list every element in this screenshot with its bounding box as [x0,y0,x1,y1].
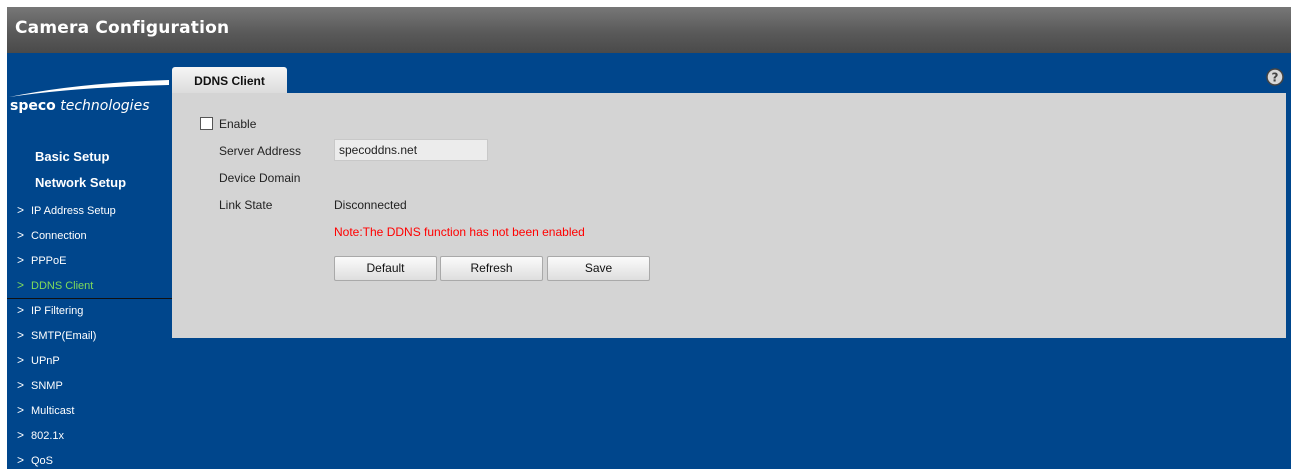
sidebar-item-multicast[interactable]: > Multicast [7,399,170,424]
chevron-right-icon: > [17,278,25,292]
sidebar-item-label: Multicast [31,405,75,417]
link-state-value: Disconnected [334,198,407,212]
sidebar-item-connection[interactable]: > Connection [7,224,170,249]
server-address-label: Server Address [219,144,302,158]
sidebar-item-ip-filtering[interactable]: > IP Filtering [7,299,170,324]
chevron-right-icon: > [17,453,25,467]
app-title: Camera Configuration [15,18,230,38]
sidebar-item-label: 802.1x [31,430,65,442]
sidebar-item-label: QoS [31,455,54,467]
logo-text: speco technologies [10,98,150,114]
speco-logo: speco technologies [7,79,172,123]
sidebar-item-ip-address-setup[interactable]: > IP Address Setup [7,199,170,224]
sidebar-item-label: PPPoE [31,255,67,267]
sidebar-item-label: Connection [31,230,87,242]
sidebar-item-qos[interactable]: > QoS [7,449,170,469]
app-window: Camera Configuration speco technologies … [7,7,1291,469]
refresh-button[interactable]: Refresh [440,256,543,281]
tab-ddns-client[interactable]: DDNS Client [172,67,287,93]
default-button[interactable]: Default [334,256,437,281]
logo-swoosh-icon [9,80,169,97]
sidebar: Basic Setup Network Setup > IP Address Se… [7,147,173,469]
sidebar-item-label: UPnP [31,355,60,367]
header-bar: Camera Configuration [7,7,1291,53]
help-icon[interactable]: ? [1266,68,1284,86]
sidebar-section-basic-setup[interactable]: Basic Setup [7,147,170,173]
chevron-right-icon: > [17,228,25,242]
sidebar-item-ddns-client[interactable]: > DDNS Client [7,274,173,299]
sidebar-item-snmp[interactable]: > SNMP [7,374,170,399]
chevron-right-icon: > [17,303,25,317]
save-button[interactable]: Save [547,256,650,281]
enable-label: Enable [219,117,257,131]
sidebar-item-label: SMTP(Email) [31,330,97,342]
chevron-right-icon: > [17,253,25,267]
sidebar-item-label: IP Filtering [31,305,84,317]
chevron-right-icon: > [17,403,25,417]
chevron-right-icon: > [17,353,25,367]
sidebar-item-label: DDNS Client [31,280,94,292]
device-domain-label: Device Domain [219,171,301,185]
server-address-field[interactable]: specoddns.net [334,139,488,161]
sidebar-item-upnp[interactable]: > UPnP [7,349,170,374]
link-state-label: Link State [219,198,273,212]
sidebar-item-label: SNMP [31,380,63,392]
chevron-right-icon: > [17,328,25,342]
sidebar-item-pppoe[interactable]: > PPPoE [7,249,170,274]
ddns-settings-panel: Enable Server Address specoddns.net Devi… [172,93,1286,338]
chevron-right-icon: > [17,203,25,217]
chevron-right-icon: > [17,378,25,392]
svg-text:?: ? [1272,71,1279,85]
status-note: Note:The DDNS function has not been enab… [334,225,585,239]
sidebar-item-802-1x[interactable]: >802.1x [7,424,170,449]
enable-checkbox[interactable] [200,117,213,130]
sidebar-item-smtp-email[interactable]: > SMTP(Email) [7,324,170,349]
sidebar-section-network-setup[interactable]: Network Setup [7,173,170,199]
chevron-right-icon: > [17,428,25,442]
sidebar-item-label: IP Address Setup [31,205,116,217]
